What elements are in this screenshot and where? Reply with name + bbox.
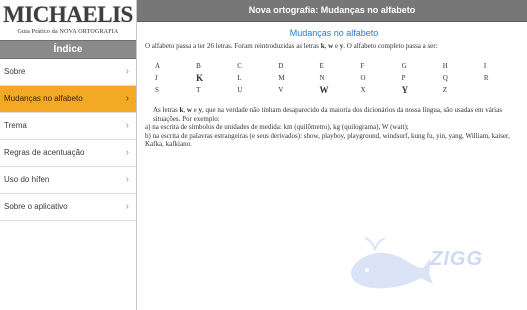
menu-item-uso-do-hifen[interactable]: Uso do hífen › (0, 167, 136, 194)
alphabet-letter: U (237, 86, 243, 94)
alphabet-row: J K L M N O P Q R (155, 72, 525, 84)
alphabet-letter: R (483, 74, 489, 82)
page-title-bar: Nova ortografia: Mudanças no alfabeto (137, 0, 527, 22)
app-logo: MICHAELIS Guia Prático da NOVA ORTOGRAFI… (0, 0, 136, 40)
menu-item-sobre[interactable]: Sobre › (0, 59, 136, 86)
example-item-b: b) na escrita de palavras estrangeiras (… (145, 131, 510, 149)
chevron-right-icon: › (125, 147, 129, 158)
article-intro: O alfabeto passa a ter 26 letras. Foram … (145, 42, 438, 50)
alphabet-letter: V (278, 86, 284, 94)
alphabet-letter: O (360, 74, 366, 82)
menu-item-label: Sobre o aplicativo (4, 202, 68, 211)
alphabet-letter: B (196, 62, 201, 70)
alphabet-letter: M (278, 74, 285, 82)
chevron-right-icon: › (125, 120, 129, 131)
menu-item-label: Trema (4, 121, 27, 130)
alphabet-letter: Z (442, 86, 448, 94)
alphabet-letter: Y (401, 85, 409, 95)
alphabet-letter: Q (442, 74, 448, 82)
chevron-right-icon: › (125, 201, 129, 212)
alphabet-row: A B C D E F G H I (155, 60, 525, 72)
alphabet-letter: N (319, 74, 325, 82)
alphabet-letter: I (483, 62, 487, 70)
chevron-right-icon: › (125, 174, 129, 185)
menu-item-label: Mudanças no alfabeto (4, 94, 83, 103)
alphabet-letter: C (237, 62, 242, 70)
alphabet-letter: E (319, 62, 324, 70)
body-paragraph: As letras k, w e y, que na verdade não t… (153, 106, 502, 123)
chevron-right-icon: › (125, 66, 129, 77)
alphabet-letter: L (237, 74, 242, 82)
alphabet-letter: G (401, 62, 407, 70)
alphabet-letter: J (155, 74, 158, 82)
alphabet-letter: T (196, 86, 201, 94)
alphabet-letter (484, 84, 525, 96)
article-title: Mudanças no alfabeto (289, 28, 379, 38)
index-header: Índice (0, 40, 136, 59)
alphabet-letter: D (278, 62, 284, 70)
alphabet-letter: S (155, 86, 159, 94)
alphabet-table: A B C D E F G H I J K L M N O P Q R S T … (155, 60, 525, 96)
logo-title: MICHAELIS (3, 2, 133, 27)
menu-item-label: Sobre (4, 67, 26, 76)
menu-item-label: Regras de acentuação (4, 148, 85, 157)
chevron-right-icon: › (125, 93, 129, 104)
alphabet-letter: W (319, 85, 329, 95)
zigg-watermark: ZIGG (345, 234, 515, 294)
index-menu: Sobre › Mudanças no alfabeto › Trema › R… (0, 59, 136, 221)
alphabet-row: S T U V W X Y Z (155, 84, 525, 96)
zigg-logo-text: ZIGG (430, 248, 483, 270)
menu-item-sobre-o-aplicativo[interactable]: Sobre o aplicativo › (0, 194, 136, 221)
alphabet-letter: K (196, 73, 204, 83)
article-content: Mudanças no alfabeto O alfabeto passa a … (137, 28, 527, 149)
alphabet-letter: X (360, 86, 366, 94)
alphabet-letter: P (401, 74, 406, 82)
alphabet-letter: F (360, 62, 365, 70)
logo-subtitle: Guia Prático da NOVA ORTOGRAFIA (17, 29, 119, 35)
alphabet-letter: H (442, 62, 448, 70)
main-panel: Nova ortografia: Mudanças no alfabeto Mu… (137, 0, 527, 310)
sidebar: MICHAELIS Guia Prático da NOVA ORTOGRAFI… (0, 0, 137, 310)
example-item-a: a) na escrita de símbolos de unidades de… (145, 123, 409, 131)
menu-item-trema[interactable]: Trema › (0, 113, 136, 140)
menu-item-mudancas-no-alfabeto[interactable]: Mudanças no alfabeto › (0, 86, 136, 113)
menu-item-label: Uso do hífen (4, 175, 50, 184)
alphabet-letter: A (155, 62, 161, 70)
article-body: As letras k, w e y, que na verdade não t… (145, 106, 523, 149)
menu-item-regras-de-acentuacao[interactable]: Regras de acentuação › (0, 140, 136, 167)
whale-icon (351, 237, 433, 289)
